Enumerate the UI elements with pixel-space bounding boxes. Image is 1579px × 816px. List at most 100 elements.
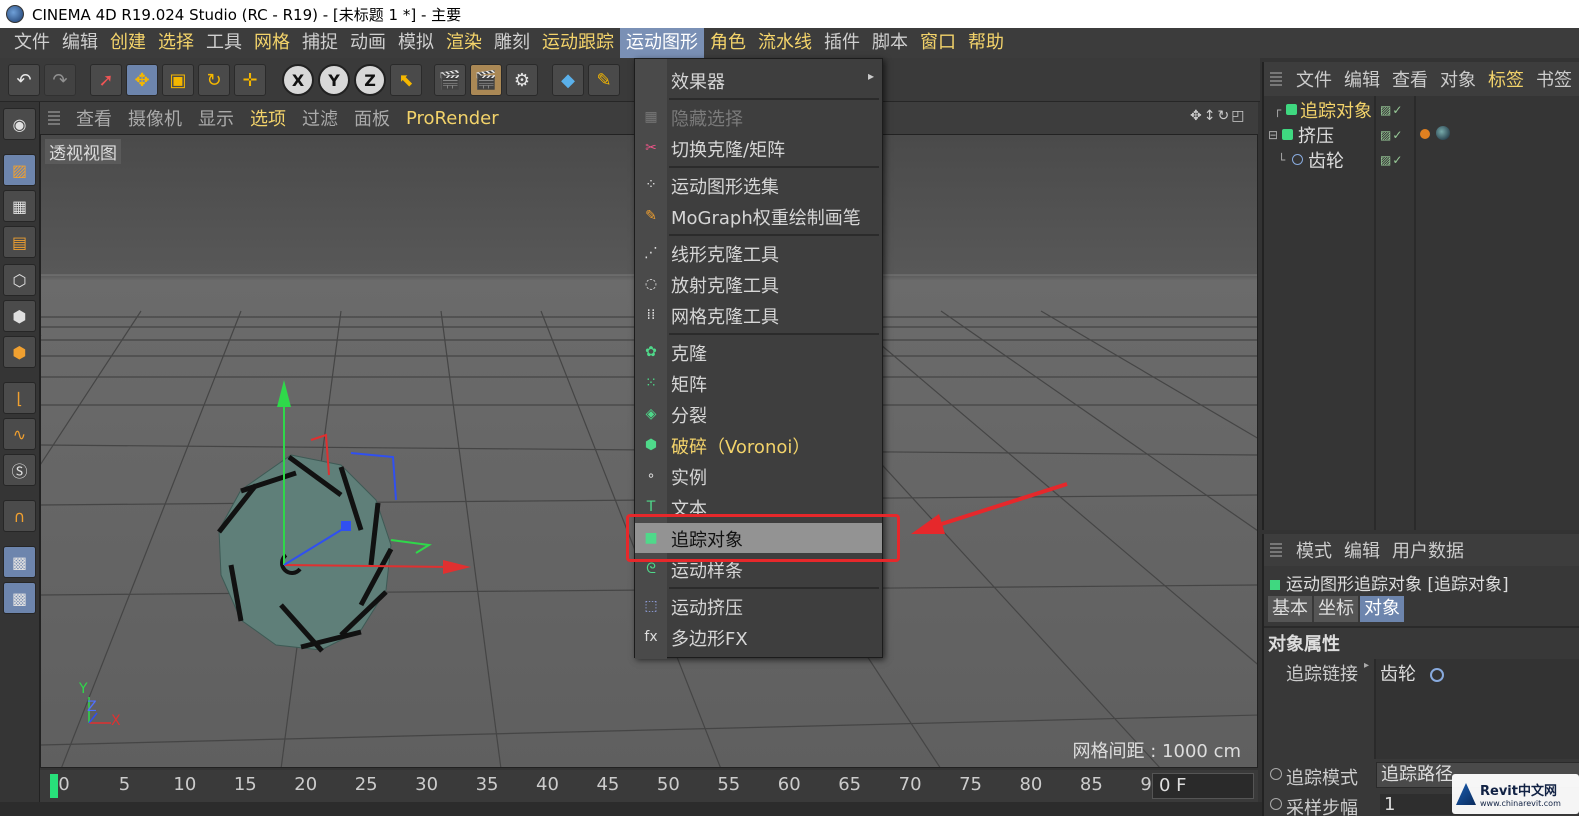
cube-button[interactable]: ◆ [552, 64, 584, 96]
attribute-manager-menu-2[interactable]: 用户数据 [1386, 537, 1470, 563]
menu-10[interactable]: 雕刻 [488, 28, 536, 58]
animate-radio-icon[interactable] [1270, 798, 1282, 810]
dropdown-item-0[interactable]: 效果器 ▸ [635, 65, 882, 95]
render-picture-viewer-button[interactable]: 🎬 [470, 64, 502, 96]
viewport-menu-0[interactable]: 查看 [68, 105, 120, 131]
material-tag-icon[interactable] [1436, 126, 1450, 140]
zoom-view-icon[interactable]: ↕ [1204, 108, 1218, 124]
viewport-menu-5[interactable]: 面板 [346, 105, 398, 131]
attribute-tab-0[interactable]: 基本 [1268, 596, 1312, 622]
dropdown-item-21[interactable]: ⬚ 运动挤压 [635, 591, 882, 621]
last-tool-button[interactable]: ✛ [234, 64, 266, 96]
maximize-view-icon[interactable]: ◰ [1231, 108, 1246, 124]
rotate-view-icon[interactable]: ↻ [1217, 108, 1231, 124]
object-manager-menu-2[interactable]: 查看 [1386, 66, 1434, 92]
polygons-mode-button[interactable]: ⬢ [3, 336, 36, 368]
menu-8[interactable]: 模拟 [392, 28, 440, 58]
z-axis-button[interactable]: Z [354, 64, 386, 96]
object-row-extrude[interactable]: ⊟ 挤压 ▨✓ [1264, 122, 1579, 147]
object-row-tracer[interactable]: ┌ 追踪对象 ▨✓ [1264, 97, 1579, 122]
menu-7[interactable]: 动画 [344, 28, 392, 58]
dropdown-item-16[interactable]: ∘ 实例 [635, 461, 882, 491]
object-manager-menu-5[interactable]: 书签 [1530, 66, 1578, 92]
coordinate-system-button[interactable]: ⬉ [390, 64, 422, 96]
expand-arrow-icon[interactable]: ▸ [1364, 660, 1369, 671]
tag-icon[interactable] [1420, 129, 1430, 139]
viewport-menu-2[interactable]: 显示 [190, 105, 242, 131]
menu-16[interactable]: 脚本 [866, 28, 914, 58]
axis-mode-button[interactable]: ⌊ [3, 382, 36, 414]
menu-11[interactable]: 运动跟踪 [536, 28, 620, 58]
attribute-tab-2[interactable]: 对象 [1360, 596, 1404, 622]
object-manager-menu-3[interactable]: 对象 [1434, 66, 1482, 92]
menu-3[interactable]: 选择 [152, 28, 200, 58]
dropdown-item-8[interactable]: ⋰ 线形克隆工具 [635, 238, 882, 268]
viewport-menu-3[interactable]: 选项 [242, 105, 294, 131]
menu-18[interactable]: 帮助 [962, 28, 1010, 58]
planar-workplane-button[interactable]: ▩ [3, 582, 36, 614]
visibility-toggle-icon[interactable]: ▨✓ [1380, 153, 1403, 167]
timeline-playhead[interactable] [50, 774, 58, 798]
y-axis-button[interactable]: Y [318, 64, 350, 96]
attribute-tab-1[interactable]: 坐标 [1314, 596, 1358, 622]
visibility-toggle-icon[interactable]: ▨✓ [1380, 128, 1403, 142]
scale-tool-button[interactable]: ▣ [162, 64, 194, 96]
lock-workplane-button[interactable]: ▩ [3, 546, 36, 578]
menu-4[interactable]: 工具 [200, 28, 248, 58]
menu-13[interactable]: 角色 [704, 28, 752, 58]
object-row-gear[interactable]: └ 齿轮 ▨✓ [1264, 147, 1579, 172]
tree-collapse-icon[interactable]: ⊟ [1268, 128, 1278, 142]
snap-button[interactable]: Ⓢ [3, 454, 36, 486]
viewport-menu-6[interactable]: ProRender [398, 108, 507, 129]
sample-step-input[interactable]: 1 [1380, 794, 1460, 815]
pen-button[interactable]: ✎ [588, 64, 620, 96]
dropdown-item-5[interactable]: ⁘ 运动图形选集 [635, 170, 882, 200]
menu-0[interactable]: 文件 [8, 28, 56, 58]
timeline[interactable]: 051015202530354045505560657075808590 0 F [40, 770, 1258, 802]
viewport-menu-1[interactable]: 摄像机 [120, 105, 190, 131]
render-view-button[interactable]: 🎬 [434, 64, 466, 96]
dropdown-item-9[interactable]: ◌ 放射克隆工具 [635, 269, 882, 299]
dropdown-item-12[interactable]: ✿ 克隆 [635, 337, 882, 367]
make-editable-button[interactable]: ◉ [3, 108, 36, 140]
attribute-manager-menu-0[interactable]: 模式 [1290, 537, 1338, 563]
menu-15[interactable]: 插件 [818, 28, 866, 58]
dropdown-item-3[interactable]: ✂ 切换克隆/矩阵 [635, 133, 882, 163]
menu-14[interactable]: 流水线 [752, 28, 818, 58]
dropdown-item-15[interactable]: ⬢ 破碎（Voronoi） [635, 430, 882, 460]
tweak-mode-button[interactable]: ∿ [3, 418, 36, 450]
menu-6[interactable]: 捕捉 [296, 28, 344, 58]
dropdown-item-22[interactable]: fx 多边形FX [635, 622, 882, 652]
magnet-button[interactable]: ∩ [3, 500, 36, 532]
menu-9[interactable]: 渲染 [440, 28, 488, 58]
menu-2[interactable]: 创建 [104, 28, 152, 58]
visibility-toggle-icon[interactable]: ▨✓ [1380, 103, 1403, 117]
menu-1[interactable]: 编辑 [56, 28, 104, 58]
move-view-icon[interactable]: ✥ [1190, 108, 1204, 124]
select-tool-button[interactable]: ➚ [90, 64, 122, 96]
trace-link-value[interactable]: 齿轮 [1380, 660, 1444, 686]
edges-mode-button[interactable]: ⬢ [3, 300, 36, 332]
viewport-menu-4[interactable]: 过滤 [294, 105, 346, 131]
points-mode-button[interactable]: ⬡ [3, 264, 36, 296]
x-axis-button[interactable]: X [282, 64, 314, 96]
workplane-button[interactable]: ▤ [3, 226, 36, 258]
menu-5[interactable]: 网格 [248, 28, 296, 58]
menu-17[interactable]: 窗口 [914, 28, 962, 58]
model-mode-button[interactable]: ▨ [3, 154, 36, 186]
render-settings-button[interactable]: ⚙ [506, 64, 538, 96]
attribute-manager-menu-1[interactable]: 编辑 [1338, 537, 1386, 563]
timeline-ruler[interactable]: 051015202530354045505560657075808590 [50, 770, 1163, 802]
object-manager-menu-0[interactable]: 文件 [1290, 66, 1338, 92]
animate-radio-icon[interactable] [1270, 768, 1282, 780]
dropdown-item-14[interactable]: ◈ 分裂 [635, 399, 882, 429]
texture-mode-button[interactable]: ▦ [3, 190, 36, 222]
dropdown-item-10[interactable]: ⁞⁞ 网格克隆工具 [635, 300, 882, 330]
dropdown-item-6[interactable]: ✎ MoGraph权重绘制画笔 [635, 201, 882, 231]
redo-button[interactable]: ↷ [44, 64, 76, 96]
undo-button[interactable]: ↶ [8, 64, 40, 96]
menu-12[interactable]: 运动图形 [620, 28, 704, 58]
object-manager-menu-1[interactable]: 编辑 [1338, 66, 1386, 92]
move-tool-button[interactable]: ✥ [126, 64, 158, 96]
rotate-tool-button[interactable]: ↻ [198, 64, 230, 96]
